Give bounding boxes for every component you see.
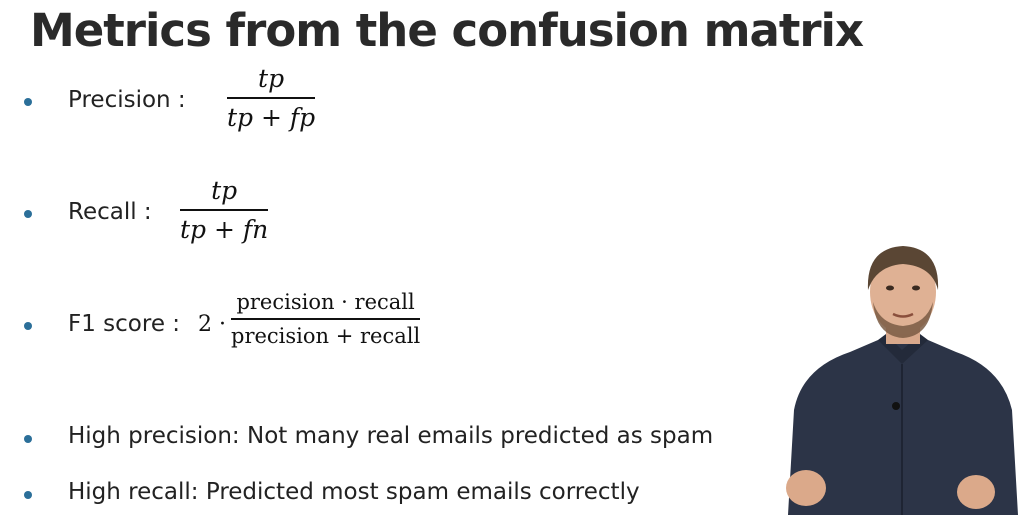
f1-score-label: F1 score : bbox=[68, 311, 181, 337]
recall-formula: tp tp + fn bbox=[180, 176, 269, 245]
precision-label: Precision : bbox=[68, 87, 186, 113]
fraction-bar bbox=[227, 97, 316, 99]
precision-denominator: tp + fp bbox=[227, 102, 316, 132]
presenter-video-image bbox=[786, 246, 1018, 515]
f1-coefficient: 2 · bbox=[198, 312, 226, 337]
fraction-bar bbox=[231, 318, 421, 320]
precision-formula: tp tp + fp bbox=[227, 64, 316, 133]
recall-numerator: tp bbox=[211, 176, 238, 205]
bullet-icon bbox=[24, 435, 32, 443]
presenter-left-hand bbox=[786, 470, 826, 506]
bullet-icon bbox=[24, 210, 32, 218]
f1-formula: precision · recall precision + recall bbox=[231, 290, 421, 349]
note-high-recall: High recall: Predicted most spam emails … bbox=[68, 479, 640, 505]
slide-title: Metrics from the confusion matrix bbox=[30, 4, 864, 57]
microphone-icon bbox=[892, 402, 900, 410]
presenter-right-hand bbox=[957, 475, 995, 509]
bullet-icon bbox=[24, 322, 32, 330]
bullet-icon bbox=[24, 98, 32, 106]
note-high-precision: High precision: Not many real emails pre… bbox=[68, 423, 714, 449]
f1-numerator: precision · recall bbox=[236, 290, 415, 314]
bullet-icon bbox=[24, 491, 32, 499]
recall-label: Recall : bbox=[68, 199, 152, 225]
recall-denominator: tp + fn bbox=[180, 214, 269, 244]
fraction-bar bbox=[180, 209, 269, 211]
f1-denominator: precision + recall bbox=[231, 323, 421, 348]
precision-numerator: tp bbox=[258, 64, 285, 93]
